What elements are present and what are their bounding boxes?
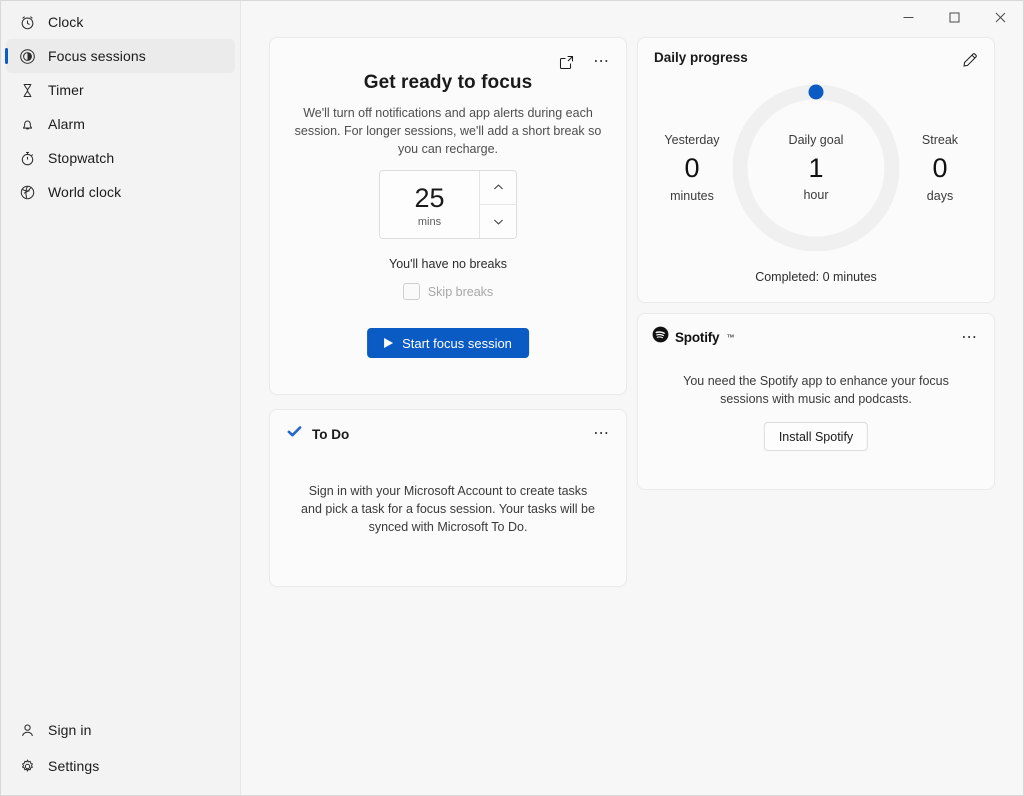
more-options-icon[interactable]: ⋯	[588, 420, 616, 448]
duration-spinner[interactable]: 25 mins	[379, 170, 517, 239]
navigation-sidebar: Clock Focus sessions Timer Alarm Stopwat…	[1, 1, 241, 795]
main-content-area: ⋯ Get ready to focus We'll turn off noti…	[241, 1, 1023, 795]
sidebar-item-timer[interactable]: Timer	[6, 73, 235, 107]
sidebar-item-label: Sign in	[48, 722, 92, 738]
duration-unit: mins	[417, 215, 442, 228]
person-icon	[18, 721, 36, 739]
daily-progress-title: Daily progress	[654, 50, 748, 65]
sidebar-item-label: World clock	[48, 184, 122, 200]
completed-text: Completed: 0 minutes	[755, 270, 877, 284]
yesterday-stat: Yesterday 0 minutes	[644, 133, 740, 203]
yesterday-unit: minutes	[670, 188, 714, 203]
duration-value-box[interactable]: 25 mins	[380, 171, 480, 238]
spotify-card-toolbar: ⋯	[956, 324, 984, 352]
focus-description: We'll turn off notifications and app ale…	[294, 106, 602, 156]
bell-icon	[18, 115, 36, 133]
install-spotify-button[interactable]: Install Spotify	[763, 422, 869, 451]
daily-goal-stat: Daily goal 1 hour	[732, 84, 900, 252]
streak-value: 0	[932, 152, 948, 183]
streak-unit: days	[926, 188, 954, 203]
spotify-more-dots: ⋯	[961, 329, 979, 347]
duration-value: 25	[414, 182, 445, 213]
sidebar-item-clock[interactable]: Clock	[6, 5, 235, 39]
sidebar-item-settings[interactable]: Settings	[6, 749, 235, 783]
chevron-down-icon[interactable]	[480, 205, 516, 238]
focus-more-dots: ⋯	[593, 53, 611, 71]
globe-icon	[18, 183, 36, 201]
sidebar-item-label: Stopwatch	[48, 150, 115, 166]
sidebar-item-world-clock[interactable]: World clock	[6, 175, 235, 209]
stopwatch-icon	[18, 149, 36, 167]
sidebar-item-stopwatch[interactable]: Stopwatch	[6, 141, 235, 175]
maximize-button[interactable]	[931, 1, 977, 33]
more-options-icon[interactable]: ⋯	[956, 324, 984, 352]
focus-session-card: ⋯ Get ready to focus We'll turn off noti…	[269, 37, 627, 395]
todo-card-toolbar: ⋯	[588, 420, 616, 448]
minimize-button[interactable]	[885, 1, 931, 33]
skip-breaks-label: Skip breaks	[427, 284, 494, 299]
clock-icon	[18, 13, 36, 31]
clock-app-window: Clock Focus sessions Timer Alarm Stopwat…	[0, 0, 1024, 796]
spotify-card: Spotify ™ ⋯ You need the Spotify app to …	[637, 313, 995, 490]
pop-out-icon[interactable]	[552, 48, 580, 76]
streak-stat: Streak 0 days	[892, 133, 988, 203]
focus-icon	[18, 47, 36, 65]
spotify-trademark: ™	[726, 332, 735, 342]
spotify-card-header: Spotify ™	[652, 326, 734, 348]
sidebar-item-label: Focus sessions	[48, 48, 146, 64]
todo-check-icon	[286, 423, 303, 445]
sidebar-item-label: Timer	[48, 82, 84, 98]
todo-card-header: To Do	[286, 423, 349, 445]
todo-card-title: To Do	[312, 426, 350, 442]
start-focus-session-label: Start focus session	[402, 335, 512, 351]
spinner-buttons	[480, 171, 516, 238]
yesterday-caption: Yesterday	[664, 133, 720, 147]
spotify-brand-label: Spotify	[675, 329, 720, 345]
cards-container: ⋯ Get ready to focus We'll turn off noti…	[241, 1, 1023, 795]
focus-card-toolbar: ⋯	[552, 48, 616, 76]
start-focus-session-button[interactable]: Start focus session	[367, 328, 529, 358]
daily-progress-card: Daily progress Daily goal 1 hour Yesterd…	[637, 37, 995, 303]
play-icon	[384, 338, 394, 348]
daily-goal-caption: Daily goal	[788, 132, 844, 147]
yesterday-value: 0	[684, 152, 700, 183]
more-options-icon[interactable]: ⋯	[588, 48, 616, 76]
sidebar-item-label: Clock	[48, 14, 84, 30]
sidebar-item-focus-sessions[interactable]: Focus sessions	[6, 39, 235, 73]
close-button[interactable]	[977, 1, 1023, 33]
todo-card-body: Sign in with your Microsoft Account to c…	[301, 484, 595, 534]
daily-goal-value: 1	[808, 152, 824, 183]
todo-card: To Do ⋯ Sign in with your Microsoft Acco…	[269, 409, 627, 587]
sidebar-item-label: Alarm	[48, 116, 86, 132]
daily-goal-progress-ring: Daily goal 1 hour	[732, 84, 900, 252]
sidebar-item-alarm[interactable]: Alarm	[6, 107, 235, 141]
streak-caption: Streak	[921, 133, 959, 147]
spotify-card-body: You need the Spotify app to enhance your…	[683, 374, 949, 406]
sidebar-bottom-section: Sign in Settings	[1, 713, 240, 795]
skip-breaks-checkbox[interactable]	[402, 283, 420, 300]
edit-pencil-icon[interactable]	[956, 46, 984, 74]
install-spotify-label: Install Spotify	[778, 429, 854, 444]
gear-icon	[18, 757, 36, 775]
spotify-logo-icon	[652, 326, 669, 348]
hourglass-icon	[18, 81, 36, 99]
sidebar-item-sign-in[interactable]: Sign in	[6, 713, 235, 747]
breaks-status-text: You'll have no breaks	[389, 257, 507, 271]
todo-more-dots: ⋯	[593, 425, 611, 443]
title-bar	[241, 1, 1023, 33]
sidebar-item-label: Settings	[48, 758, 100, 774]
chevron-up-icon[interactable]	[480, 171, 516, 205]
daily-goal-unit: hour	[803, 188, 829, 203]
skip-breaks-row[interactable]: Skip breaks	[270, 283, 626, 300]
sidebar-nav-list: Clock Focus sessions Timer Alarm Stopwat…	[1, 5, 240, 209]
spotify-glyph	[652, 326, 669, 343]
